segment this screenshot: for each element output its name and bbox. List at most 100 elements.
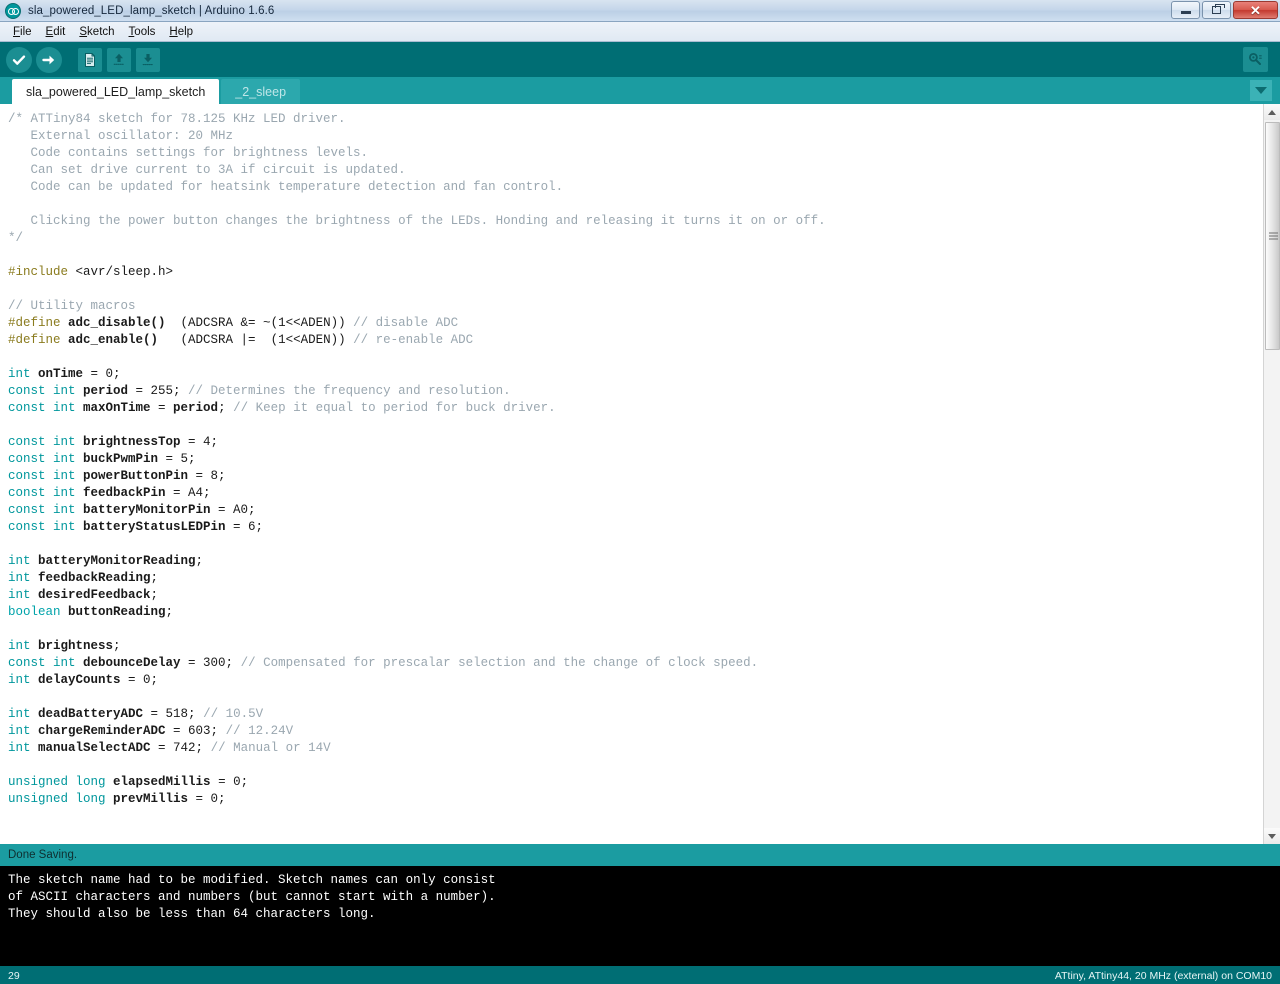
menu-help-label: elp <box>177 25 194 38</box>
code-line: Can set drive current to 3A if circuit i… <box>8 162 1263 179</box>
serial-monitor-button[interactable] <box>1243 47 1268 72</box>
code-token: int <box>8 554 31 568</box>
code-token: onTime <box>30 367 84 381</box>
code-token: feedbackPin <box>75 486 166 500</box>
code-token: const int <box>8 435 76 449</box>
code-token: Can set drive current to 3A if circuit i… <box>8 163 406 177</box>
code-token: period <box>75 384 129 398</box>
close-icon: ✕ <box>1250 2 1261 18</box>
open-sketch-button[interactable] <box>107 47 131 72</box>
code-text-area[interactable]: /* ATTiny84 sketch for 78.125 KHz LED dr… <box>0 104 1263 844</box>
cursor-line-number: 29 <box>8 969 20 982</box>
code-token: (ADCSRA &= ~(1<<ADEN)) <box>173 316 354 330</box>
console-output[interactable]: The sketch name had to be modified. Sket… <box>0 866 1280 966</box>
code-token: // Compensated for prescalar selection a… <box>240 656 759 670</box>
new-sketch-button[interactable] <box>78 47 102 72</box>
code-line: int brightness; <box>8 638 1263 655</box>
code-token: chargeReminderADC <box>30 724 166 738</box>
code-token: #define <box>8 316 61 330</box>
status-strip: Done Saving. <box>0 844 1280 866</box>
code-token: buckPwmPin <box>75 452 159 466</box>
code-line: /* ATTiny84 sketch for 78.125 KHz LED dr… <box>8 111 1263 128</box>
arduino-infinity-icon <box>5 2 21 19</box>
menu-file[interactable]: File <box>6 25 39 39</box>
code-token: = 300; <box>180 656 241 670</box>
code-token: = 0; <box>120 673 159 687</box>
code-token: #define <box>8 333 61 347</box>
code-line: boolean buttonReading; <box>8 604 1263 621</box>
code-token: batteryMonitorReading <box>30 554 196 568</box>
code-line: int feedbackReading; <box>8 570 1263 587</box>
tab-2-sleep[interactable]: _2_sleep <box>221 79 301 104</box>
menu-sketch-mnemonic: S <box>79 25 88 38</box>
code-token: debounceDelay <box>75 656 181 670</box>
code-token: int <box>8 724 31 738</box>
code-token: // re-enable ADC <box>353 333 474 347</box>
code-token: = 255; <box>128 384 189 398</box>
tab-label: sla_powered_LED_lamp_sketch <box>26 84 206 99</box>
code-token: // Manual or 14V <box>210 741 331 755</box>
code-token: feedbackReading <box>30 571 151 585</box>
code-token: buttonReading <box>60 605 166 619</box>
code-line: int onTime = 0; <box>8 366 1263 383</box>
open-sketch-icon <box>113 53 124 65</box>
minimize-icon <box>1180 11 1191 14</box>
code-line: int desiredFeedback; <box>8 587 1263 604</box>
save-sketch-button[interactable] <box>136 47 160 72</box>
code-token: (ADCSRA |= (1<<ADEN)) <box>173 333 354 347</box>
menu-sketch[interactable]: Sketch <box>72 25 121 39</box>
code-token: unsigned long <box>8 792 106 806</box>
tab-sla-powered-led-lamp-sketch[interactable]: sla_powered_LED_lamp_sketch <box>12 79 220 104</box>
code-line: #include <avr/sleep.h> <box>8 264 1263 281</box>
scroll-up-button[interactable] <box>1264 104 1280 120</box>
upload-button[interactable] <box>36 46 62 73</box>
code-token: int <box>8 673 31 687</box>
code-token: const int <box>8 503 76 517</box>
footer-statusbar: 29 ATtiny, ATtiny44, 20 MHz (external) o… <box>0 966 1280 984</box>
code-token: Clicking the power button changes the br… <box>8 214 826 228</box>
code-token: = A4; <box>165 486 211 500</box>
code-line: Clicking the power button changes the br… <box>8 213 1263 230</box>
serial-monitor-icon <box>1249 53 1262 65</box>
code-token: Code can be updated for heatsink tempera… <box>8 180 564 194</box>
code-token: period <box>173 401 219 415</box>
code-token: ; <box>150 588 159 602</box>
tab-menu-button[interactable] <box>1250 80 1272 101</box>
code-token: delayCounts <box>30 673 121 687</box>
code-token: powerButtonPin <box>75 469 189 483</box>
code-token: ; <box>195 554 204 568</box>
code-line: Code can be updated for heatsink tempera… <box>8 179 1263 196</box>
minimize-button[interactable] <box>1171 1 1200 19</box>
code-token: const int <box>8 520 76 534</box>
close-button[interactable]: ✕ <box>1233 1 1278 19</box>
code-token: deadBatteryADC <box>30 707 144 721</box>
code-token: = <box>150 401 174 415</box>
code-token: brightnessTop <box>75 435 181 449</box>
scroll-down-icon <box>1268 833 1276 839</box>
status-message: Done Saving. <box>8 849 78 861</box>
menu-edit[interactable]: Edit <box>39 25 73 39</box>
code-line: const int debounceDelay = 300; // Compen… <box>8 655 1263 672</box>
code-token: prevMillis <box>105 792 189 806</box>
menu-tools[interactable]: Tools <box>122 25 163 39</box>
restore-button[interactable] <box>1202 1 1231 19</box>
menu-file-label: ile <box>20 25 32 38</box>
editor-vertical-scrollbar[interactable] <box>1263 104 1280 844</box>
restore-icon <box>1212 4 1225 14</box>
window-titlebar: sla_powered_LED_lamp_sketch | Arduino 1.… <box>0 0 1280 22</box>
code-token: #include <box>8 265 69 279</box>
code-editor: /* ATTiny84 sketch for 78.125 KHz LED dr… <box>0 104 1280 844</box>
sketch-tabbar: sla_powered_LED_lamp_sketch _2_sleep <box>0 77 1280 104</box>
code-line: const int feedbackPin = A4; <box>8 485 1263 502</box>
code-token: adc_enable() <box>60 333 174 347</box>
code-token: = 5; <box>158 452 196 466</box>
scrollbar-thumb[interactable] <box>1265 122 1280 350</box>
scroll-down-button[interactable] <box>1264 828 1280 844</box>
code-token: const int <box>8 452 76 466</box>
code-token: = 742; <box>150 741 211 755</box>
verify-button[interactable] <box>6 46 32 73</box>
menu-help[interactable]: Help <box>162 25 200 39</box>
menu-sketch-label: ketch <box>87 25 115 38</box>
